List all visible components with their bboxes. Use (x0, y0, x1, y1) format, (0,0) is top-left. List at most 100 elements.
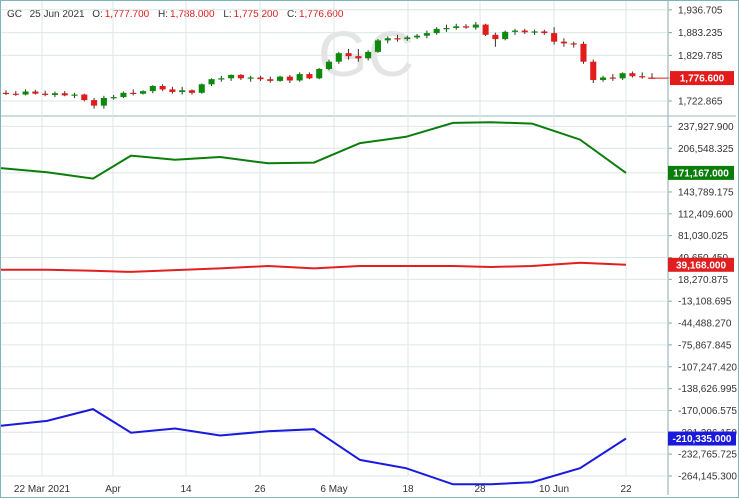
price-tick-label: 1,936.705 (678, 5, 723, 16)
indicator-tick-label: 18,270.875 (678, 275, 728, 286)
candle-body (462, 26, 470, 28)
indicator-tick-label: -170,006.575 (678, 406, 737, 417)
candle-body (423, 33, 430, 36)
candle-body (12, 93, 19, 95)
candle (247, 75, 254, 82)
candle (110, 94, 117, 100)
candle-body (472, 24, 479, 28)
candle-body (551, 33, 558, 42)
red-line-series (1, 261, 627, 273)
candle-body (51, 93, 58, 95)
candle-body (247, 77, 254, 79)
candle-body (91, 100, 98, 106)
candle (541, 29, 548, 35)
candle (2, 90, 10, 95)
candle-body (257, 77, 264, 80)
candle-body (492, 34, 499, 40)
x-tick-label: 6 May (320, 484, 347, 495)
candle-body (619, 73, 626, 79)
candle (267, 76, 274, 83)
candle-body (335, 53, 342, 62)
candle-body (531, 31, 538, 33)
candle-body (218, 78, 225, 80)
candle-body (71, 94, 78, 96)
candle (462, 24, 470, 29)
indicator-tick-label: -264,145.300 (678, 471, 737, 482)
candle (619, 72, 626, 81)
candle-body (267, 79, 274, 81)
candle (61, 91, 68, 97)
candle-body (482, 24, 489, 35)
candle (130, 89, 137, 96)
x-tick-label: 18 (402, 484, 414, 495)
candle (502, 30, 509, 41)
candle (629, 71, 636, 78)
candle-body (355, 56, 362, 59)
candle-body (296, 74, 303, 81)
candle (277, 75, 284, 82)
candle-body (228, 74, 235, 79)
indicator-tick-label: 237,927.900 (678, 122, 734, 133)
candle (179, 86, 186, 95)
candle (12, 91, 19, 96)
price-tick-label: 1,722.865 (678, 96, 723, 107)
candle (286, 74, 293, 84)
candle (472, 22, 479, 30)
blue-line-series (0, 408, 627, 486)
candle-body (130, 92, 137, 95)
candle (91, 97, 98, 109)
candle (433, 27, 440, 35)
candle (208, 78, 215, 87)
x-tick-label: 10 Jun (539, 484, 569, 495)
candle (188, 89, 196, 95)
candle-body (345, 53, 352, 57)
candle (414, 33, 421, 40)
candle-body (188, 90, 196, 93)
candle-body (443, 28, 450, 30)
candle (600, 75, 607, 82)
candle-body (609, 77, 616, 79)
candle-body (600, 77, 607, 81)
candle-body (394, 38, 401, 40)
indicator-tick-label: 143,789.175 (678, 187, 734, 198)
candle (590, 59, 597, 84)
candle-body (384, 38, 391, 41)
candle (521, 28, 528, 34)
candle-body (120, 92, 127, 98)
candle (551, 27, 558, 45)
candle (609, 74, 616, 81)
indicator-tick-label: -232,765.725 (678, 450, 737, 461)
candle-body (316, 68, 323, 79)
candle-body (453, 26, 460, 29)
candle (560, 38, 567, 47)
candle-body (404, 37, 411, 40)
candle (374, 39, 381, 53)
candle (531, 29, 538, 35)
candle (149, 85, 156, 94)
candle (120, 91, 127, 98)
candle (51, 91, 58, 98)
candle (492, 32, 499, 47)
green-line-series (0, 121, 627, 180)
candle (570, 41, 577, 48)
indicator-tick-label: -138,626.995 (678, 384, 737, 395)
candle-body (365, 51, 372, 59)
candle (71, 92, 78, 98)
candle-body (541, 31, 548, 34)
chart-svg[interactable]: GC22 Mar 2021 Apr 14 26 6 May 18 28 10 Jun 221,9… (0, 0, 739, 498)
candle-body (81, 94, 88, 101)
series-value-label: 39,168.000 (676, 260, 726, 271)
candle-body (149, 86, 156, 92)
candle-body (2, 92, 10, 95)
candle-body (433, 28, 440, 34)
x-tick-label: Apr (105, 484, 121, 495)
candle (198, 83, 205, 94)
candle-body (100, 97, 107, 106)
candle-body (22, 91, 29, 95)
indicator-tick-label: -107,247.420 (678, 362, 737, 373)
candle-body (32, 91, 39, 94)
candle-body (169, 89, 176, 92)
candle-body (560, 41, 567, 44)
candle-body (325, 61, 333, 69)
x-tick-label: 26 (254, 484, 266, 495)
